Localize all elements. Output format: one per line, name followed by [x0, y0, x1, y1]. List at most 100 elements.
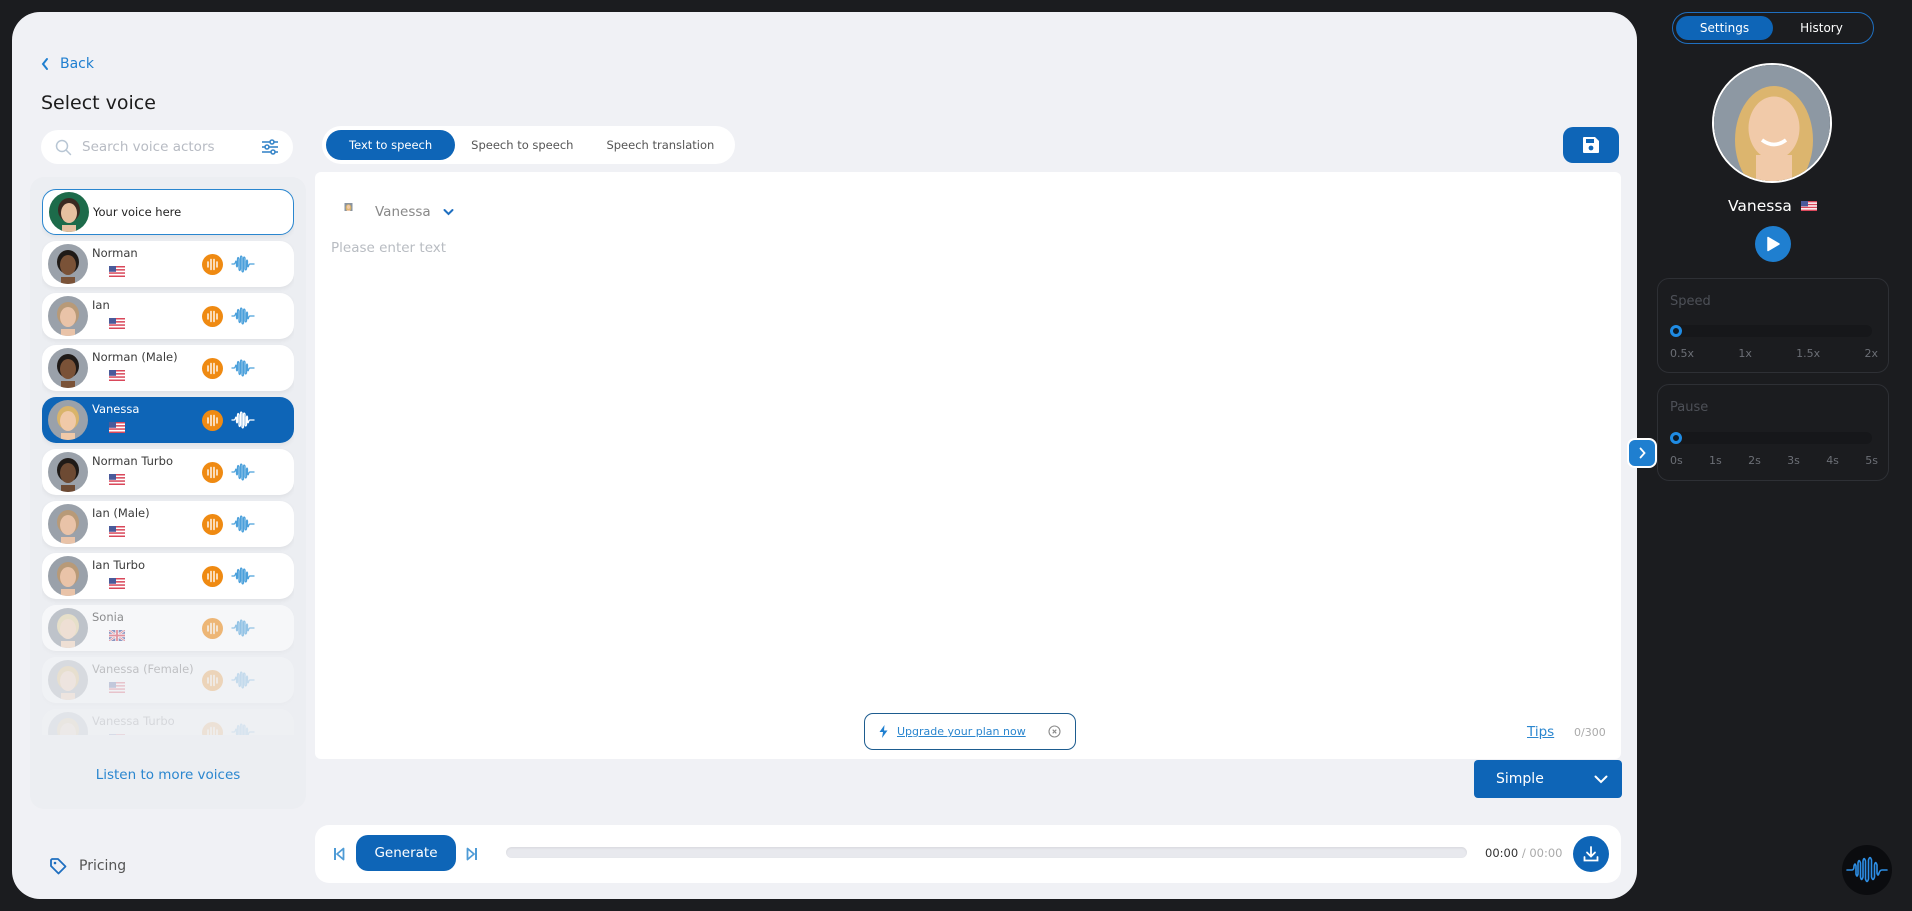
waveform-icon[interactable]	[231, 514, 255, 534]
voice-item[interactable]: Ian	[42, 293, 294, 339]
voice-item[interactable]: Sonia	[42, 605, 294, 651]
save-button[interactable]	[1563, 127, 1619, 163]
floppy-disk-icon	[1583, 137, 1599, 153]
us-flag-icon	[109, 318, 125, 329]
avatar	[48, 452, 88, 492]
collapse-sidebar-button[interactable]	[1627, 438, 1657, 468]
play-sample-icon[interactable]	[202, 358, 223, 379]
generate-button[interactable]: Generate	[356, 835, 456, 871]
pause-slider-thumb[interactable]	[1670, 432, 1682, 444]
play-sample-icon[interactable]	[202, 722, 223, 735]
voice-item[interactable]: Ian Turbo	[42, 553, 294, 599]
avatar	[48, 296, 88, 336]
page-title: Select voice	[41, 92, 156, 114]
search-input[interactable]	[82, 139, 261, 155]
chevron-left-icon	[41, 58, 48, 70]
waveform-icon[interactable]	[231, 618, 255, 638]
us-flag-icon	[109, 526, 125, 537]
voice-item[interactable]: Norman	[42, 241, 294, 287]
tab-text-to-speech[interactable]: Text to speech	[326, 130, 456, 160]
tips-link[interactable]: Tips	[1527, 724, 1554, 740]
waveform-icon[interactable]	[231, 306, 255, 326]
us-flag-icon	[109, 370, 125, 381]
voice-name: Norman Turbo	[92, 454, 173, 468]
waveform-icon[interactable]	[231, 462, 255, 482]
speed-slider[interactable]	[1670, 325, 1872, 337]
play-sample-icon[interactable]	[202, 462, 223, 483]
voice-name: Sonia	[92, 610, 124, 624]
download-button[interactable]	[1573, 836, 1609, 872]
voice-name: Your voice here	[93, 205, 182, 219]
voice-item[interactable]: Vanessa (Female)	[42, 657, 294, 703]
play-sample-icon[interactable]	[202, 618, 223, 639]
us-flag-icon	[109, 682, 125, 693]
close-circle-icon[interactable]	[1048, 725, 1061, 738]
voice-item[interactable]: Vanessa Turbo	[42, 709, 294, 735]
voice-item[interactable]: Norman Turbo	[42, 449, 294, 495]
filter-sliders-icon[interactable]	[261, 139, 279, 155]
voice-list[interactable]: Your voice here Norman Ian Norman (Male) Van…	[42, 189, 294, 735]
download-icon	[1583, 846, 1599, 862]
tab-speech-translation[interactable]: Speech translation	[590, 130, 731, 160]
voice-name: Norman	[92, 246, 138, 260]
current-time: 00:00	[1485, 846, 1519, 860]
mode-select[interactable]: Simple	[1474, 760, 1622, 798]
slider-tick-label: 0.5x	[1670, 347, 1695, 360]
playback-progress-bar[interactable]	[506, 847, 1467, 858]
play-sample-icon[interactable]	[202, 254, 223, 275]
us-flag-icon	[1800, 201, 1817, 211]
voice-item[interactable]: Ian (Male)	[42, 501, 294, 547]
back-label: Back	[60, 56, 94, 72]
avatar	[48, 608, 88, 648]
upgrade-plan-link[interactable]: Upgrade your plan now	[897, 725, 1026, 738]
waveform-icon[interactable]	[231, 410, 255, 430]
tab-history[interactable]: History	[1773, 16, 1870, 40]
chevron-down-icon	[443, 209, 454, 216]
play-sample-icon[interactable]	[202, 670, 223, 691]
pricing-link[interactable]: Pricing	[49, 857, 126, 875]
selected-voice-name: Vanessa	[375, 204, 431, 220]
speed-slider-thumb[interactable]	[1670, 325, 1682, 337]
preview-play-button[interactable]	[1755, 226, 1791, 262]
play-sample-icon[interactable]	[202, 410, 223, 431]
voice-item-your-voice[interactable]: Your voice here	[42, 189, 294, 235]
play-sample-icon[interactable]	[202, 566, 223, 587]
speed-card: Speed 0.5x 1x 1.5x 2x	[1657, 278, 1889, 373]
skip-next-icon[interactable]	[466, 846, 478, 862]
waveform-icon[interactable]	[231, 566, 255, 586]
app-logo[interactable]	[1842, 845, 1892, 895]
waveform-icon[interactable]	[231, 254, 255, 274]
tab-settings[interactable]: Settings	[1676, 16, 1773, 40]
avatar	[48, 712, 88, 735]
waveform-icon[interactable]	[231, 670, 255, 690]
avatar	[331, 196, 363, 228]
slider-tick-label: 4s	[1826, 454, 1839, 467]
tab-speech-to-speech[interactable]: Speech to speech	[455, 130, 590, 160]
listen-more-voices-link[interactable]: Listen to more voices	[30, 767, 306, 783]
back-link[interactable]: Back	[40, 56, 94, 72]
play-sample-icon[interactable]	[202, 306, 223, 327]
waveform-icon[interactable]	[231, 722, 255, 735]
slider-tick-label: 2s	[1748, 454, 1761, 467]
voice-name: Ian	[92, 298, 110, 312]
avatar	[49, 192, 89, 232]
pricing-label: Pricing	[79, 858, 127, 874]
total-time: / 00:00	[1521, 846, 1563, 860]
pause-label: Pause	[1670, 400, 1709, 415]
voice-item[interactable]: Norman (Male)	[42, 345, 294, 391]
skip-previous-icon[interactable]	[333, 846, 345, 862]
voice-dropdown[interactable]: Vanessa	[331, 196, 454, 228]
us-flag-icon	[109, 578, 125, 589]
selected-voice-avatar	[1712, 63, 1832, 183]
voice-item[interactable]: Vanessa	[42, 397, 294, 443]
voice-name: Ian (Male)	[92, 506, 150, 520]
avatar	[48, 556, 88, 596]
waveform-icon[interactable]	[231, 358, 255, 378]
voice-name: Vanessa	[92, 402, 140, 416]
slider-tick-label: 3s	[1787, 454, 1800, 467]
slider-tick-label: 2x	[1864, 347, 1878, 360]
play-sample-icon[interactable]	[202, 514, 223, 535]
slider-tick-label: 1.5x	[1796, 347, 1821, 360]
pause-slider[interactable]	[1670, 432, 1872, 444]
text-input[interactable]	[331, 240, 1601, 640]
